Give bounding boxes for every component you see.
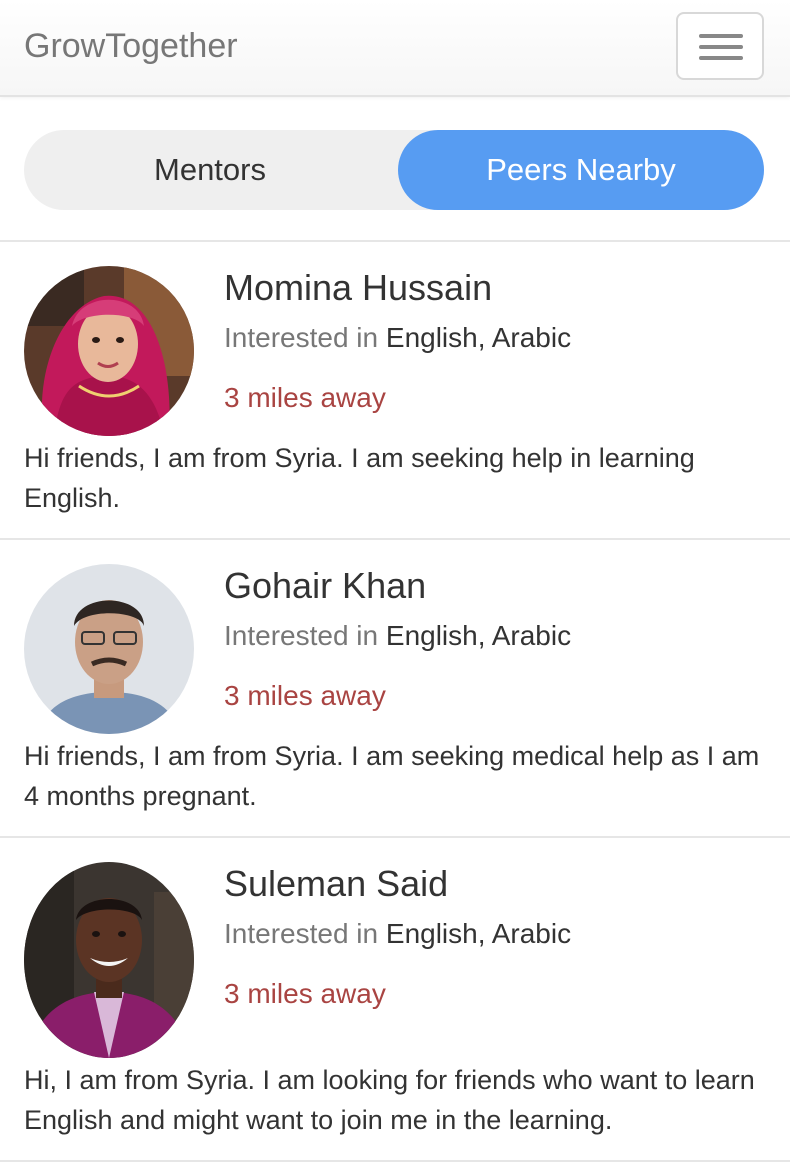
view-switcher: Mentors Peers Nearby xyxy=(24,130,764,210)
peer-bio: Hi friends, I am from Syria. I am seekin… xyxy=(24,741,760,811)
peer-name[interactable]: Suleman Said xyxy=(224,862,448,906)
interest-languages: English, Arabic xyxy=(385,322,572,353)
peer-card[interactable]: Suleman Said Interested in English, Arab… xyxy=(0,838,790,1162)
peer-interests: Interested in English, Arabic xyxy=(224,320,571,356)
peer-distance: 3 miles away xyxy=(224,978,386,1009)
peer-name[interactable]: Momina Hussain xyxy=(224,266,492,310)
menu-toggle-button[interactable] xyxy=(676,12,764,80)
navbar: GrowTogether xyxy=(0,0,790,97)
peer-card[interactable]: Gohair Khan Interested in English, Arabi… xyxy=(0,540,790,838)
interest-label: Interested in xyxy=(224,322,379,353)
peer-distance: 3 miles away xyxy=(224,382,386,413)
peer-interests: Interested in English, Arabic xyxy=(224,916,571,952)
tab-peers-nearby[interactable]: Peers Nearby xyxy=(398,130,764,210)
avatar xyxy=(24,564,194,734)
avatar xyxy=(24,862,194,1058)
interest-label: Interested in xyxy=(224,620,379,651)
tab-mentors[interactable]: Mentors xyxy=(24,130,396,210)
peer-name[interactable]: Gohair Khan xyxy=(224,564,426,608)
interest-languages: English, Arabic xyxy=(385,918,572,949)
peer-distance: 3 miles away xyxy=(224,680,386,711)
brand-title[interactable]: GrowTogether xyxy=(24,24,238,68)
peer-card[interactable]: Momina Hussain Interested in English, Ar… xyxy=(0,242,790,540)
peer-bio: Hi friends, I am from Syria. I am seekin… xyxy=(24,443,695,513)
interest-label: Interested in xyxy=(224,918,379,949)
interest-languages: English, Arabic xyxy=(385,620,572,651)
avatar xyxy=(24,266,194,436)
peer-interests: Interested in English, Arabic xyxy=(224,618,571,654)
peer-bio: Hi, I am from Syria. I am looking for fr… xyxy=(24,1065,755,1135)
